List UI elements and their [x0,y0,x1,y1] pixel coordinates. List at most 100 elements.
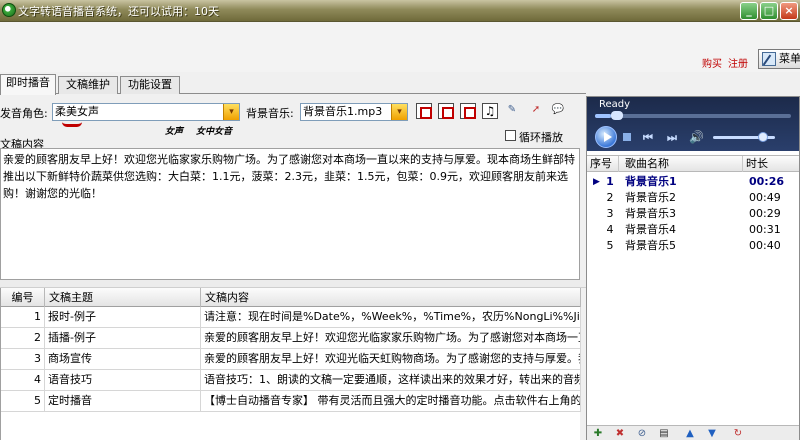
music-note-icon[interactable]: ♫ [482,103,498,119]
col-duration[interactable]: 时长 [743,156,799,172]
music-panel: Ready ⏮ ⏭ 🔊 序号 歌曲名称 时长 ▶ 1 背景音乐1 00:26 2… [586,96,800,440]
table-header: 编号 文稿主题 文稿内容 [1,288,581,307]
add-icon[interactable]: ✚ [591,428,605,440]
voice-role-label: 发音角色: [0,107,48,120]
item-name: 背景音乐2 [625,191,676,204]
male-voice-tag: 女中女音 [196,127,233,137]
menu-button[interactable]: 菜单 [758,49,800,69]
col-song-name[interactable]: 歌曲名称 [619,156,743,172]
playlist-item[interactable]: ▶ 1 背景音乐1 00:26 [587,174,799,190]
previous-icon[interactable]: ⏮ [643,131,653,145]
col-number[interactable]: 编号 [1,288,45,307]
item-duration: 00:40 [749,239,781,252]
seek-fill [595,114,611,118]
smile-mark-icon [62,122,82,127]
tab-instant-broadcast[interactable]: 即时播音 [0,74,56,95]
chevron-down-icon[interactable]: ▾ [391,104,407,120]
col-topic[interactable]: 文稿主题 [45,288,201,307]
volume-knob[interactable] [757,132,768,142]
table-row[interactable]: 1 报时-例子 请注意：现在时间是%Date%，%Week%，%Time%，农历… [1,307,581,328]
row-number: 4 [1,370,45,391]
chevron-down-icon[interactable]: ▾ [223,104,239,120]
row-content: 请注意：现在时间是%Date%，%Week%，%Time%，农历%NongLi%… [201,307,581,328]
stop-square-icon[interactable] [460,103,476,119]
col-content[interactable]: 文稿内容 [201,288,581,307]
chat-icon[interactable]: 💬 [550,103,566,119]
refresh-icon[interactable]: ↻ [731,428,745,440]
pen-icon [762,52,776,66]
item-duration: 00:29 [749,207,781,220]
tab-bar: 即时播音 文稿维护 功能设置 [0,74,586,95]
item-name: 背景音乐4 [625,223,676,236]
bg-music-value: 背景音乐1.mp3 [303,105,383,118]
row-number: 2 [1,328,45,349]
menu-label: 菜单 [779,52,800,65]
table-row[interactable]: 3 商场宣传 亲爱的顾客朋友早上好！欢迎光临天虹购物商场。为了感谢您的支持与厚爱… [1,349,581,370]
row-content: 亲爱的顾客朋友早上好！欢迎您光临家家乐购物广场。为了感谢您对本商场一直 [201,328,581,349]
next-icon[interactable]: ⏭ [667,131,677,145]
loop-checkbox[interactable] [505,130,516,141]
item-name: 背景音乐5 [625,239,676,252]
stop-icon[interactable] [623,133,631,141]
splitter[interactable] [0,280,586,288]
title-bar: 文字转语音播音系统，还可以试用：10天 _ □ × [0,0,800,22]
app-icon [2,3,16,17]
playing-marker-icon: ▶ [593,177,600,187]
play-square-icon[interactable] [416,103,432,119]
playlist-item[interactable]: 5 背景音乐5 00:40 [587,238,799,254]
play-icon[interactable] [595,126,617,148]
down-icon[interactable]: ▼ [705,428,719,440]
voice-role-select[interactable]: 柔美女声 ▾ [52,103,240,121]
row-content: 亲爱的顾客朋友早上好！欢迎光临天虹购物商场。为了感谢您的支持与厚爱。我 [201,349,581,370]
minimize-button[interactable]: _ [740,2,758,20]
female-voice-tag: 女声 [165,127,184,137]
up-icon[interactable]: ▲ [683,428,697,440]
row-number: 5 [1,391,45,412]
brush-icon[interactable]: ✎ [504,103,520,119]
export-icon[interactable]: ➚ [528,103,544,119]
playlist-item[interactable]: 2 背景音乐2 00:49 [587,190,799,206]
col-seq[interactable]: 序号 [587,156,619,172]
buy-link[interactable]: 购买 [702,55,722,70]
item-duration: 00:26 [749,175,785,188]
item-seq: 1 [606,175,614,188]
row-topic: 报时-例子 [45,307,201,328]
item-duration: 00:31 [749,223,781,236]
script-editor[interactable]: 亲爱的顾客朋友早上好！欢迎您光临家家乐购物广场。为了感谢您对本商场一直以来的支持… [0,148,580,280]
seek-bar[interactable] [595,111,791,120]
bg-music-select[interactable]: 背景音乐1.mp3 ▾ [300,103,408,121]
player-status: Ready [599,99,631,110]
trash-icon[interactable]: ▤ [657,428,671,440]
row-topic: 商场宣传 [45,349,201,370]
script-table: 编号 文稿主题 文稿内容 1 报时-例子 请注意：现在时间是%Date%，%We… [0,288,581,440]
item-name: 背景音乐1 [625,175,677,188]
register-link[interactable]: 注册 [728,55,748,70]
row-content: 语音技巧：1、朗读的文稿一定要通顺，这样读出来的效果才好，转出来的音频 [201,370,581,391]
playlist-item[interactable]: 4 背景音乐4 00:31 [587,222,799,238]
seek-knob[interactable] [610,111,623,120]
row-content: 【博士自动播音专家】 带有灵活而且强大的定时播音功能。点击软件右上角的 [201,391,581,412]
item-duration: 00:49 [749,191,781,204]
table-row[interactable]: 2 插播-例子 亲爱的顾客朋友早上好！欢迎您光临家家乐购物广场。为了感谢您对本商… [1,328,581,349]
bg-music-label: 背景音乐: [246,107,294,120]
close-button[interactable]: × [780,2,798,20]
window-title: 文字转语音播音系统，还可以试用：10天 [18,5,219,18]
volume-icon[interactable]: 🔊 [689,130,704,144]
remove-icon[interactable]: ✖ [613,428,627,440]
table-row[interactable]: 4 语音技巧 语音技巧：1、朗读的文稿一定要通顺，这样读出来的效果才好，转出来的… [1,370,581,391]
row-topic: 插播-例子 [45,328,201,349]
tab-script-maintenance[interactable]: 文稿维护 [58,76,118,94]
voice-role-value: 柔美女声 [55,105,99,118]
table-row[interactable]: 5 定时播音 【博士自动播音专家】 带有灵活而且强大的定时播音功能。点击软件右上… [1,391,581,412]
item-seq: 3 [606,207,614,220]
maximize-button[interactable]: □ [760,2,778,20]
row-number: 3 [1,349,45,370]
playlist-toolbar: ✚ ✖ ⊘ ▤ ▲ ▼ ↻ [587,425,799,440]
pause-square-icon[interactable] [438,103,454,119]
playlist-item[interactable]: 3 背景音乐3 00:29 [587,206,799,222]
row-topic: 语音技巧 [45,370,201,391]
loop-label: 循环播放 [519,131,563,144]
tab-function-settings[interactable]: 功能设置 [120,76,180,94]
row-number: 1 [1,307,45,328]
clear-icon[interactable]: ⊘ [635,428,649,440]
